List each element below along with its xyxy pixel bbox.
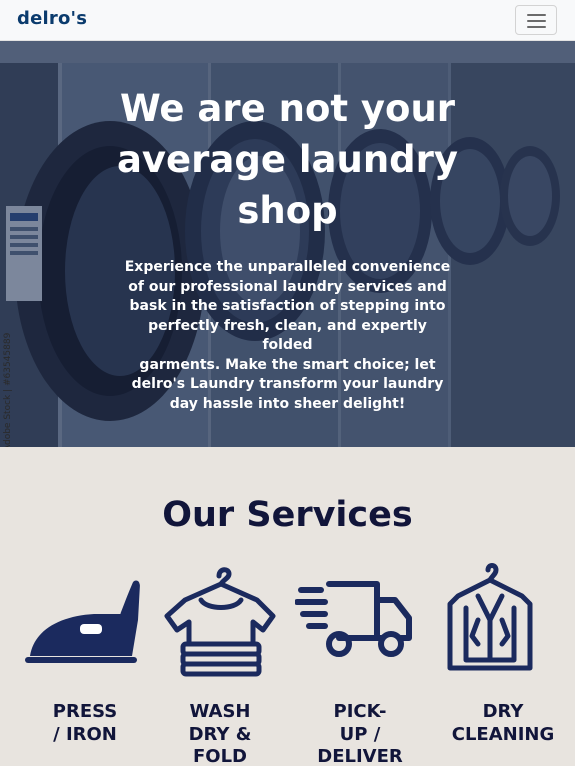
service-label: PRESS / IRON <box>52 701 118 745</box>
iron-icon <box>25 580 140 663</box>
delivery-truck-icon <box>295 581 412 657</box>
service-label: DRY CLEANING <box>451 701 555 745</box>
folded-shirt-icon <box>164 567 276 677</box>
service-label: PICK- UP / DELIVER <box>317 701 403 766</box>
hero-description: Experience the unparalleled convenience … <box>124 259 451 412</box>
hero-title: We are not your average laundry shop <box>116 87 459 232</box>
image-watermark: Adobe Stock | #63545889 <box>3 332 13 447</box>
brand-logo[interactable]: delro's <box>17 8 87 29</box>
services-heading: Our Services <box>162 495 413 535</box>
navbar: delro's <box>0 0 575 41</box>
hero-section: We are not your average laundry shop Exp… <box>0 41 575 447</box>
service-label: WASH DRY & FOLD <box>188 701 252 766</box>
garment-bag-icon <box>447 563 533 671</box>
menu-toggle-button[interactable] <box>515 5 557 35</box>
